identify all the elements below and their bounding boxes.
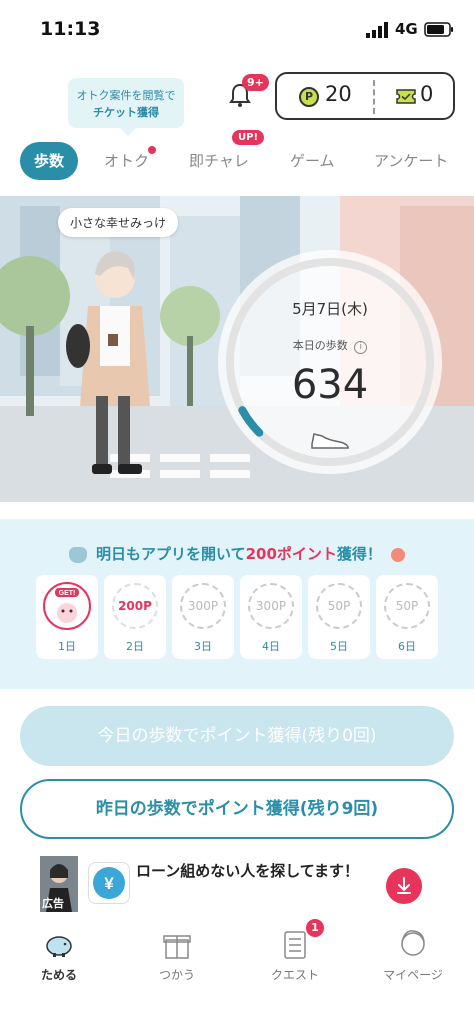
quest-badge: 1 [306, 919, 324, 937]
signal-icon [366, 22, 388, 38]
streak-day-label: 3日 [194, 640, 212, 653]
nav-label: クエスト [270, 968, 319, 982]
steps-count: 634 [291, 362, 369, 408]
points-value: 20 [325, 82, 352, 106]
ticket-tooltip[interactable]: オトク案件を閲覧で チケット獲得 [68, 78, 184, 136]
streak-day-5: 50P 5日 [308, 575, 370, 659]
streak-reward: 200P [112, 583, 158, 629]
wallet-divider [373, 80, 375, 114]
nav-tameru[interactable]: ためる [14, 922, 104, 992]
status-bar: 11:13 4G [0, 0, 474, 60]
ad-label: 広告 [42, 897, 64, 910]
streak-day-1: GET! 1日 [36, 575, 98, 659]
steps-label-text: 本日の歩数 [292, 339, 348, 352]
steps-label: 本日の歩数 i [214, 337, 446, 354]
streak-reward: 300P [180, 583, 226, 629]
tooltip-line1: オトク案件を閲覧で [76, 89, 176, 102]
streak-reward: 300P [248, 583, 294, 629]
info-icon[interactable]: i [354, 341, 368, 354]
wallet-panel[interactable]: P 20 0 [275, 72, 455, 120]
streak-title-post: 獲得！ [336, 545, 382, 563]
streak-reward: 50P [384, 583, 430, 629]
profile-icon [401, 930, 425, 956]
gift-icon [163, 935, 191, 959]
speech-bubble: 小さな幸せみっけ [58, 208, 179, 237]
streak-day-label: 1日 [58, 640, 76, 653]
tooltip-line2: チケット獲得 [93, 106, 159, 119]
streak-day-6: 50P 6日 [376, 575, 438, 659]
streak-title-points: 200ポイント [245, 545, 337, 563]
bottom-nav: ためる つかう クエスト マイページ [0, 916, 474, 1024]
tab-otoku-dot [148, 146, 156, 154]
download-icon[interactable] [386, 868, 422, 904]
streak-title: 明日もアプリを開いて200ポイント獲得！ [0, 543, 474, 564]
ticket-icon [396, 89, 416, 104]
sun-icon [391, 547, 406, 562]
streak-day-4: 300P 4日 [240, 575, 302, 659]
cat-icon [68, 546, 87, 563]
notification-badge: 9+ [242, 74, 269, 91]
nav-label: つかう [158, 968, 195, 982]
battery-icon [424, 22, 453, 37]
nav-mypage[interactable]: マイページ [368, 922, 458, 992]
tab-steps[interactable]: 歩数 [20, 142, 78, 180]
stamp-text: GET! [59, 590, 76, 597]
streak-day-label: 5日 [330, 640, 348, 653]
streak-day-label: 6日 [398, 640, 416, 653]
streak-day-label: 2日 [126, 640, 144, 653]
step-date: 5月7日(木) [292, 300, 368, 318]
nav-tsukau[interactable]: つかう [132, 922, 222, 992]
nav-label: ためる [40, 968, 77, 982]
streak-day-3: 300P 3日 [172, 575, 234, 659]
piggy-bank-icon [46, 936, 72, 957]
tab-game[interactable]: ゲーム [290, 142, 335, 180]
points-icon: P [299, 87, 319, 107]
yen-icon[interactable]: ¥ [88, 862, 130, 904]
tab-sokuchare[interactable]: 即チャレ [189, 142, 249, 180]
tab-otoku[interactable]: オトク [104, 142, 149, 180]
svg-text:¥: ¥ [104, 874, 114, 893]
nav-quest[interactable]: クエスト [250, 922, 340, 992]
tab-survey[interactable]: アンケート [374, 142, 448, 180]
tickets-value: 0 [420, 82, 434, 106]
streak-title-pre: 明日もアプリを開いて [96, 545, 246, 563]
today-steps-button[interactable]: 今日の歩数でポイント獲得(残り0回) [20, 706, 454, 766]
streak-day-label: 4日 [262, 640, 280, 653]
ad-text[interactable]: ローン組めない人を探してます！ [136, 861, 372, 882]
nav-label: マイページ [383, 968, 443, 982]
up-badge: UP! [232, 130, 265, 145]
clock: 11:13 [40, 18, 101, 40]
network-type: 4G [395, 20, 418, 38]
streak-reward: 50P [316, 583, 362, 629]
stamp-icon: GET! [43, 582, 91, 630]
yesterday-steps-button[interactable]: 昨日の歩数でポイント獲得(残り9回) [20, 779, 454, 839]
streak-day-2: 200P 2日 [104, 575, 166, 659]
